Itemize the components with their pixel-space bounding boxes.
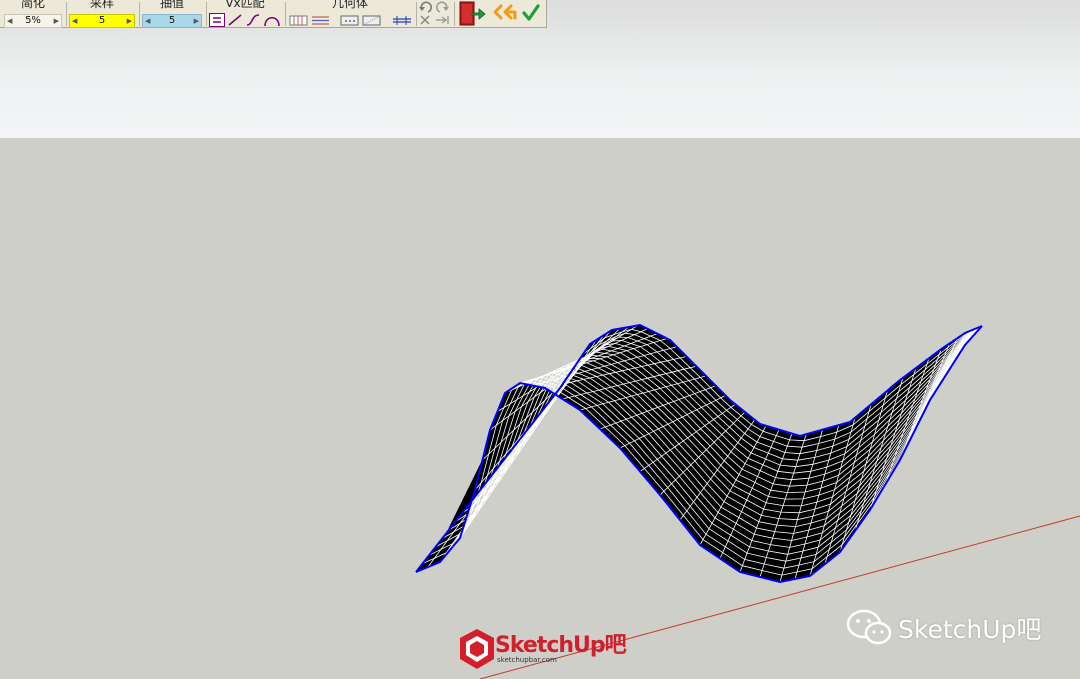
geometry-icons xyxy=(289,15,411,26)
arc-icon[interactable] xyxy=(264,16,280,27)
sketchupbar-logo: SketchUp吧 sketchupbar.com xyxy=(457,627,627,673)
interpolate-label: 抽值 xyxy=(159,0,184,10)
sample-label: 采样 xyxy=(89,0,114,10)
surface-face[interactable] xyxy=(416,383,520,572)
history-icons xyxy=(419,1,449,25)
undo-icon[interactable] xyxy=(419,1,432,13)
sample-value: 5 xyxy=(98,15,106,26)
vx-match-group: Vx匹配 xyxy=(207,0,283,28)
interpolate-spinner[interactable]: ◀ 5 ▶ xyxy=(142,14,202,28)
grid-rows-icon[interactable] xyxy=(312,16,329,25)
back-arrow-icon[interactable] xyxy=(493,4,517,20)
sample-group: 采样 ◀ 5 ▶ xyxy=(67,0,137,28)
wire-line xyxy=(459,339,597,539)
sketchup-logo-icon xyxy=(460,629,494,669)
vx-match-label: Vx匹配 xyxy=(225,0,265,10)
separator xyxy=(416,2,417,26)
geometry-group: 几何体 xyxy=(286,0,414,28)
geometry-label: 几何体 xyxy=(331,0,368,10)
simplify-spinner[interactable]: ◀ 5% ▶ xyxy=(4,14,62,28)
cross-lines-icon[interactable] xyxy=(393,16,411,25)
vx-match-icons xyxy=(209,13,280,27)
increment-arrow-icon[interactable]: ▶ xyxy=(54,15,59,27)
simplify-group: 简化 ◀ 5% ▶ xyxy=(2,0,64,28)
simplify-label: 简化 xyxy=(20,0,45,10)
line-icon[interactable] xyxy=(228,14,242,26)
model-viewport[interactable] xyxy=(0,0,1080,679)
interpolate-group: 抽值 ◀ 5 ▶ xyxy=(140,0,204,28)
action-icons xyxy=(459,1,540,26)
wechat-label: SketchUp吧 xyxy=(898,615,1042,644)
sample-spinner[interactable]: ◀ 5 ▶ xyxy=(69,14,135,28)
dotted-rect-icon[interactable] xyxy=(340,15,359,26)
redo-icon[interactable] xyxy=(436,1,449,13)
toolbar: 简化 ◀ 5% ▶ 采样 ◀ 5 ▶ 抽值 ◀ 5 ▶ Vx匹配 几何体 xyxy=(0,0,547,28)
surface-edge-line[interactable] xyxy=(415,387,561,573)
increment-arrow-icon[interactable]: ▶ xyxy=(127,15,132,27)
wire-line xyxy=(467,335,605,515)
logo-title: SketchUp吧 xyxy=(495,633,627,658)
exit-door-icon[interactable] xyxy=(459,1,486,26)
wechat-icon xyxy=(846,609,892,645)
increment-arrow-icon[interactable]: ▶ xyxy=(194,15,199,27)
confirm-check-icon[interactable] xyxy=(522,4,540,21)
simplify-value: 5% xyxy=(25,15,41,26)
skip-icon[interactable] xyxy=(436,16,449,24)
s-curve-icon[interactable] xyxy=(246,14,260,26)
dotted-rect-diagonal-icon[interactable] xyxy=(362,15,381,26)
separator xyxy=(454,2,455,26)
logo-url: sketchupbar.com xyxy=(497,656,557,664)
cancel-icon[interactable] xyxy=(420,15,430,25)
interpolate-value: 5 xyxy=(168,15,176,26)
list-icon[interactable] xyxy=(209,13,225,27)
grid-columns-icon[interactable] xyxy=(289,15,308,26)
